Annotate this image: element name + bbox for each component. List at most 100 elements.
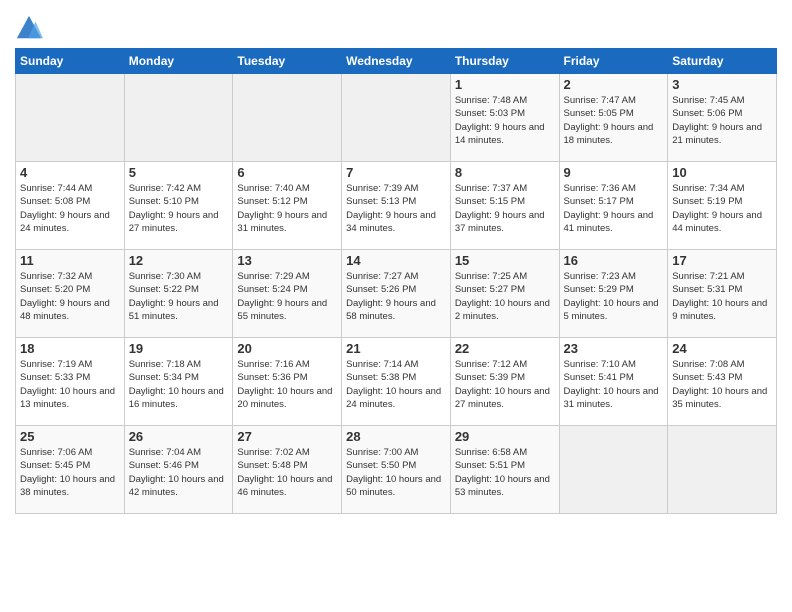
day-cell: 29 Sunrise: 6:58 AMSunset: 5:51 PMDaylig…	[450, 426, 559, 514]
day-info: Sunrise: 7:30 AMSunset: 5:22 PMDaylight:…	[129, 270, 229, 323]
day-number: 7	[346, 165, 446, 180]
day-cell: 17 Sunrise: 7:21 AMSunset: 5:31 PMDaylig…	[668, 250, 777, 338]
day-cell	[124, 74, 233, 162]
day-number: 23	[564, 341, 664, 356]
day-cell: 2 Sunrise: 7:47 AMSunset: 5:05 PMDayligh…	[559, 74, 668, 162]
header	[15, 10, 777, 42]
day-info: Sunrise: 7:00 AMSunset: 5:50 PMDaylight:…	[346, 446, 446, 499]
day-cell: 6 Sunrise: 7:40 AMSunset: 5:12 PMDayligh…	[233, 162, 342, 250]
day-info: Sunrise: 7:48 AMSunset: 5:03 PMDaylight:…	[455, 94, 555, 147]
day-number: 26	[129, 429, 229, 444]
day-cell: 21 Sunrise: 7:14 AMSunset: 5:38 PMDaylig…	[342, 338, 451, 426]
day-cell	[668, 426, 777, 514]
day-number: 10	[672, 165, 772, 180]
day-info: Sunrise: 7:32 AMSunset: 5:20 PMDaylight:…	[20, 270, 120, 323]
day-number: 3	[672, 77, 772, 92]
day-number: 13	[237, 253, 337, 268]
day-header-monday: Monday	[124, 49, 233, 74]
day-cell: 13 Sunrise: 7:29 AMSunset: 5:24 PMDaylig…	[233, 250, 342, 338]
day-info: Sunrise: 7:02 AMSunset: 5:48 PMDaylight:…	[237, 446, 337, 499]
day-number: 8	[455, 165, 555, 180]
day-info: Sunrise: 7:23 AMSunset: 5:29 PMDaylight:…	[564, 270, 664, 323]
day-cell	[559, 426, 668, 514]
day-info: Sunrise: 7:10 AMSunset: 5:41 PMDaylight:…	[564, 358, 664, 411]
day-number: 20	[237, 341, 337, 356]
day-number: 11	[20, 253, 120, 268]
week-row-3: 11 Sunrise: 7:32 AMSunset: 5:20 PMDaylig…	[16, 250, 777, 338]
days-header-row: SundayMondayTuesdayWednesdayThursdayFrid…	[16, 49, 777, 74]
day-info: Sunrise: 7:47 AMSunset: 5:05 PMDaylight:…	[564, 94, 664, 147]
day-cell: 24 Sunrise: 7:08 AMSunset: 5:43 PMDaylig…	[668, 338, 777, 426]
day-cell: 8 Sunrise: 7:37 AMSunset: 5:15 PMDayligh…	[450, 162, 559, 250]
day-cell: 27 Sunrise: 7:02 AMSunset: 5:48 PMDaylig…	[233, 426, 342, 514]
day-header-tuesday: Tuesday	[233, 49, 342, 74]
day-info: Sunrise: 7:18 AMSunset: 5:34 PMDaylight:…	[129, 358, 229, 411]
day-info: Sunrise: 7:40 AMSunset: 5:12 PMDaylight:…	[237, 182, 337, 235]
day-number: 16	[564, 253, 664, 268]
day-number: 22	[455, 341, 555, 356]
day-number: 1	[455, 77, 555, 92]
day-number: 12	[129, 253, 229, 268]
day-cell: 5 Sunrise: 7:42 AMSunset: 5:10 PMDayligh…	[124, 162, 233, 250]
day-cell: 3 Sunrise: 7:45 AMSunset: 5:06 PMDayligh…	[668, 74, 777, 162]
day-cell: 9 Sunrise: 7:36 AMSunset: 5:17 PMDayligh…	[559, 162, 668, 250]
week-row-2: 4 Sunrise: 7:44 AMSunset: 5:08 PMDayligh…	[16, 162, 777, 250]
day-cell: 12 Sunrise: 7:30 AMSunset: 5:22 PMDaylig…	[124, 250, 233, 338]
day-cell: 15 Sunrise: 7:25 AMSunset: 5:27 PMDaylig…	[450, 250, 559, 338]
day-info: Sunrise: 7:25 AMSunset: 5:27 PMDaylight:…	[455, 270, 555, 323]
day-cell: 1 Sunrise: 7:48 AMSunset: 5:03 PMDayligh…	[450, 74, 559, 162]
day-cell: 26 Sunrise: 7:04 AMSunset: 5:46 PMDaylig…	[124, 426, 233, 514]
day-cell: 28 Sunrise: 7:00 AMSunset: 5:50 PMDaylig…	[342, 426, 451, 514]
day-info: Sunrise: 7:39 AMSunset: 5:13 PMDaylight:…	[346, 182, 446, 235]
day-info: Sunrise: 7:45 AMSunset: 5:06 PMDaylight:…	[672, 94, 772, 147]
day-header-sunday: Sunday	[16, 49, 125, 74]
day-cell: 4 Sunrise: 7:44 AMSunset: 5:08 PMDayligh…	[16, 162, 125, 250]
day-cell: 19 Sunrise: 7:18 AMSunset: 5:34 PMDaylig…	[124, 338, 233, 426]
day-info: Sunrise: 7:44 AMSunset: 5:08 PMDaylight:…	[20, 182, 120, 235]
day-info: Sunrise: 7:16 AMSunset: 5:36 PMDaylight:…	[237, 358, 337, 411]
day-cell: 7 Sunrise: 7:39 AMSunset: 5:13 PMDayligh…	[342, 162, 451, 250]
day-number: 2	[564, 77, 664, 92]
day-number: 6	[237, 165, 337, 180]
calendar-table: SundayMondayTuesdayWednesdayThursdayFrid…	[15, 48, 777, 514]
day-number: 18	[20, 341, 120, 356]
day-info: Sunrise: 7:06 AMSunset: 5:45 PMDaylight:…	[20, 446, 120, 499]
day-number: 14	[346, 253, 446, 268]
day-number: 27	[237, 429, 337, 444]
day-info: Sunrise: 7:04 AMSunset: 5:46 PMDaylight:…	[129, 446, 229, 499]
day-header-wednesday: Wednesday	[342, 49, 451, 74]
day-info: Sunrise: 7:36 AMSunset: 5:17 PMDaylight:…	[564, 182, 664, 235]
day-cell: 22 Sunrise: 7:12 AMSunset: 5:39 PMDaylig…	[450, 338, 559, 426]
day-cell: 18 Sunrise: 7:19 AMSunset: 5:33 PMDaylig…	[16, 338, 125, 426]
week-row-5: 25 Sunrise: 7:06 AMSunset: 5:45 PMDaylig…	[16, 426, 777, 514]
logo-icon	[15, 14, 43, 42]
day-number: 29	[455, 429, 555, 444]
day-cell: 25 Sunrise: 7:06 AMSunset: 5:45 PMDaylig…	[16, 426, 125, 514]
day-info: Sunrise: 7:19 AMSunset: 5:33 PMDaylight:…	[20, 358, 120, 411]
day-info: Sunrise: 7:29 AMSunset: 5:24 PMDaylight:…	[237, 270, 337, 323]
day-info: Sunrise: 7:37 AMSunset: 5:15 PMDaylight:…	[455, 182, 555, 235]
day-number: 28	[346, 429, 446, 444]
day-number: 4	[20, 165, 120, 180]
day-cell: 14 Sunrise: 7:27 AMSunset: 5:26 PMDaylig…	[342, 250, 451, 338]
day-cell: 11 Sunrise: 7:32 AMSunset: 5:20 PMDaylig…	[16, 250, 125, 338]
day-info: Sunrise: 7:08 AMSunset: 5:43 PMDaylight:…	[672, 358, 772, 411]
calendar-container: SundayMondayTuesdayWednesdayThursdayFrid…	[0, 0, 792, 519]
day-header-saturday: Saturday	[668, 49, 777, 74]
day-info: Sunrise: 6:58 AMSunset: 5:51 PMDaylight:…	[455, 446, 555, 499]
day-cell	[342, 74, 451, 162]
day-info: Sunrise: 7:12 AMSunset: 5:39 PMDaylight:…	[455, 358, 555, 411]
day-number: 24	[672, 341, 772, 356]
day-number: 9	[564, 165, 664, 180]
day-cell	[16, 74, 125, 162]
day-header-thursday: Thursday	[450, 49, 559, 74]
day-header-friday: Friday	[559, 49, 668, 74]
day-number: 5	[129, 165, 229, 180]
day-cell: 20 Sunrise: 7:16 AMSunset: 5:36 PMDaylig…	[233, 338, 342, 426]
day-cell: 16 Sunrise: 7:23 AMSunset: 5:29 PMDaylig…	[559, 250, 668, 338]
day-info: Sunrise: 7:34 AMSunset: 5:19 PMDaylight:…	[672, 182, 772, 235]
day-info: Sunrise: 7:27 AMSunset: 5:26 PMDaylight:…	[346, 270, 446, 323]
day-number: 19	[129, 341, 229, 356]
day-number: 15	[455, 253, 555, 268]
day-number: 21	[346, 341, 446, 356]
